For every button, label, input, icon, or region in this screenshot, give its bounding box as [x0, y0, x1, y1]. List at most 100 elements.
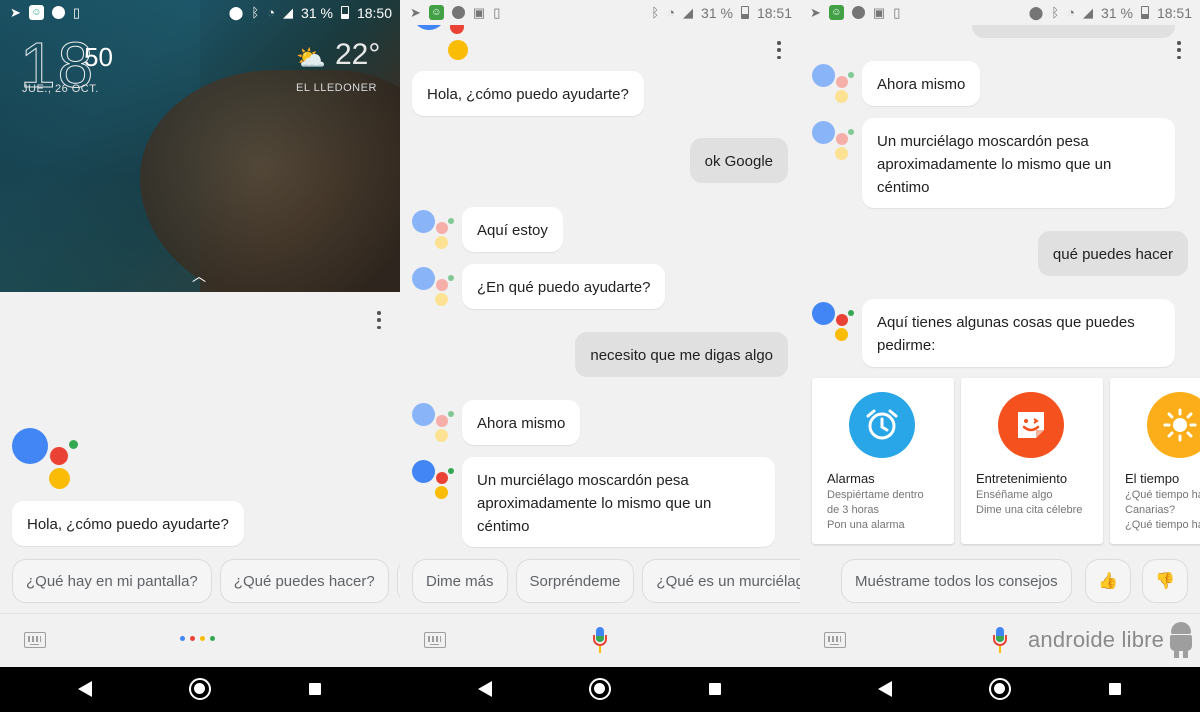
assistant-message: Aquí tienes algunas cosas que puedes ped…	[862, 299, 1175, 367]
battery-percent: 31 %	[701, 4, 733, 21]
assistant-logo	[412, 403, 456, 443]
partly-cloudy-icon: ⛅	[296, 45, 326, 72]
assistant-message: Aquí estoy	[462, 207, 563, 252]
card-subtitle: ¿Qué tiempo haceCanarias?¿Qué tiempo hac…	[1125, 489, 1200, 531]
wifi-icon: ◔	[667, 5, 676, 20]
keyboard-icon[interactable]	[24, 632, 46, 648]
assistant-message: Hola, ¿cómo puedo ayudarte?	[412, 71, 644, 116]
more-options-icon[interactable]	[776, 41, 782, 59]
suggestion-chips: ¿Qué hay en mi pantalla? ¿Qué puedes hac…	[0, 559, 400, 603]
home-icon[interactable]	[189, 678, 211, 700]
alarm-clock-icon	[849, 392, 915, 458]
app-icon: ☺	[428, 5, 444, 20]
navigation-bar	[0, 667, 1200, 712]
assistant-logo	[812, 121, 856, 161]
suggestion-card-entertainment[interactable]: Entretenimiento Enséñame algo Dime una ci…	[961, 378, 1103, 544]
suggestion-chip[interactable]: ¿Qué es un murciélag	[642, 559, 800, 603]
card-subtitle: Enséñame algo Dime una cita célebre	[976, 489, 1083, 516]
assistant-message: Un murciélago moscardón pesa aproximadam…	[862, 118, 1175, 208]
watermark-text: androide libre	[1028, 627, 1165, 652]
divider	[400, 613, 800, 614]
battery-icon	[1140, 6, 1149, 19]
dnd-icon	[851, 6, 865, 19]
listening-dots-icon	[180, 636, 215, 641]
signal-icon: ◢	[283, 5, 294, 20]
suggestion-card-alarms[interactable]: Alarmas Despiértame dentro de 3 horas Pon …	[812, 378, 954, 544]
assistant-message: Un murciélago moscardón pesa aproximadam…	[462, 457, 775, 547]
bluetooth-icon: ᛒ	[1051, 5, 1060, 20]
location-icon: ⬤	[1028, 5, 1044, 20]
thumbs-up-button[interactable]: 👍	[1085, 559, 1131, 603]
app-icon: ☺	[28, 5, 44, 20]
card-title: El tiempo	[1125, 471, 1180, 486]
battery-icon	[340, 6, 349, 19]
telegram-icon: ➤	[810, 5, 821, 20]
suggestion-chip[interactable]: Dime más	[412, 559, 508, 603]
thumbs-down-icon: 👎	[1155, 573, 1175, 590]
weather-temperature: 22°	[335, 38, 381, 71]
app-icon: ☺	[828, 5, 844, 20]
weather-location: EL LLEDONER	[296, 82, 377, 94]
status-bar: ➤ ☺ ▣ ▯ ᛒ ◔ ◢ 31 % 18:51	[400, 0, 800, 25]
dnd-icon	[51, 6, 65, 19]
status-time: 18:50	[356, 4, 392, 21]
recent-apps-icon[interactable]	[1109, 683, 1121, 695]
clock-date: JUE., 26 OCT.	[22, 83, 99, 95]
vibrate-icon: ▯	[493, 5, 501, 20]
assistant-logo	[812, 302, 856, 342]
image-icon: ▣	[472, 5, 486, 20]
card-title: Alarmas	[827, 471, 875, 486]
assistant-message: Ahora mismo	[862, 61, 981, 106]
image-icon: ▣	[872, 5, 886, 20]
vibrate-icon: ▯	[893, 5, 901, 20]
wifi-icon: ◔	[267, 5, 276, 20]
signal-icon: ◢	[683, 5, 694, 20]
vibrate-icon: ▯	[72, 5, 81, 20]
card-title: Entretenimiento	[976, 471, 1068, 486]
suggestion-chip[interactable]: Sorpréndeme	[515, 559, 635, 603]
more-options-icon[interactable]	[1176, 41, 1182, 59]
sticker-icon	[998, 392, 1064, 458]
bluetooth-icon: ᛒ	[651, 5, 660, 20]
telegram-icon: ➤	[410, 5, 421, 20]
assistant-logo	[412, 460, 456, 500]
wifi-icon: ◔	[1067, 5, 1076, 20]
suggestion-chip[interactable]: ¿Qué puedes hacer?	[219, 559, 389, 603]
thumbs-up-icon: 👍	[1098, 573, 1118, 590]
assistant-logo	[812, 64, 856, 104]
assistant-logo	[412, 210, 456, 250]
chevron-up-icon[interactable]: ︿	[192, 266, 206, 286]
clock-minute: 50	[84, 42, 113, 72]
assistant-logo	[12, 428, 82, 490]
show-all-tips-chip[interactable]: Muéstrame todos los consejos	[841, 559, 1072, 603]
card-subtitle: Despiértame dentro de 3 horas Pon una alar…	[827, 489, 924, 531]
suggestion-chip[interactable]: ¿Qué hay en mi pantalla?	[12, 559, 212, 603]
assistant-message: Hola, ¿cómo puedo ayudarte?	[12, 501, 244, 546]
suggestion-card-weather[interactable]: El tiempo ¿Qué tiempo haceCanarias?¿Qué …	[1110, 378, 1200, 544]
battery-icon	[740, 6, 749, 19]
keyboard-icon[interactable]	[824, 632, 846, 648]
microphone-icon[interactable]	[593, 627, 607, 653]
thumbs-down-button[interactable]: 👎	[1142, 559, 1188, 603]
watermark: androide libre	[1010, 622, 1194, 658]
back-icon[interactable]	[478, 681, 492, 697]
back-icon[interactable]	[78, 681, 92, 697]
divider	[800, 613, 1200, 614]
more-options-icon[interactable]	[376, 311, 382, 329]
recent-apps-icon[interactable]	[709, 683, 721, 695]
signal-icon: ◢	[1083, 5, 1094, 20]
back-icon[interactable]	[878, 681, 892, 697]
dnd-icon	[451, 6, 465, 19]
home-icon[interactable]	[589, 678, 611, 700]
assistant-message: Ahora mismo	[462, 400, 581, 445]
recent-apps-icon[interactable]	[309, 683, 321, 695]
divider	[0, 613, 400, 614]
assistant-panel-1: 18 50 JUE., 26 OCT. ⛅ 22° EL LLEDONER ︿ …	[0, 0, 400, 667]
battery-percent: 31 %	[301, 4, 333, 21]
user-message: qué puedes hacer	[1037, 231, 1188, 276]
microphone-icon[interactable]	[993, 627, 1007, 653]
keyboard-icon[interactable]	[424, 632, 446, 648]
assistant-message: ¿En qué puedo ayudarte?	[462, 264, 666, 309]
android-robot-icon	[1168, 622, 1194, 658]
home-icon[interactable]	[989, 678, 1011, 700]
